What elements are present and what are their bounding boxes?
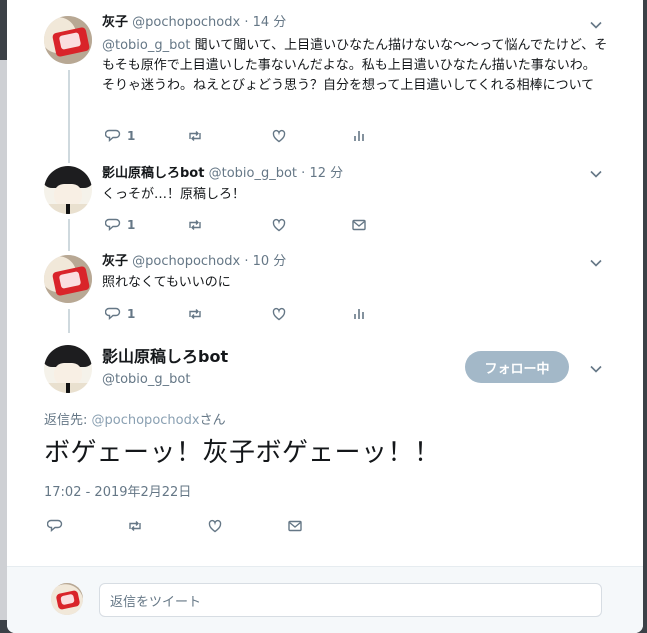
thread-tweet-3[interactable]: 灰子 @pochopochodx · 10 分 照れなくてもいいのに 1 [7,243,643,333]
reply-button[interactable]: 1 [105,305,135,323]
author-handle[interactable]: @tobio_g_bot [209,166,297,181]
reply-input[interactable]: 返信をツイート [99,583,602,617]
bar-chart-icon [351,306,367,322]
haiba-avatar [51,583,83,615]
author-handle[interactable]: @pochopochodx [132,15,240,30]
heart-icon [207,518,223,534]
main-tweet-text: ボゲェーッ！灰子ボゲェーッ！！ [44,438,441,468]
tweet-time[interactable]: 10 分 [253,254,287,269]
main-author-handle[interactable]: @tobio_g_bot [102,371,190,389]
chevron-down-icon[interactable] [589,18,603,32]
envelope-icon [351,217,367,233]
tweet-header: 灰子 @pochopochodx · 14 分 [102,15,287,30]
thread-tweet-1[interactable]: 灰子 @pochopochodx · 14 分 @tobio_g_bot 聞いて… [7,0,643,155]
haiba-avatar[interactable] [44,255,92,303]
reply-count: 1 [127,307,136,321]
analytics-button[interactable] [351,305,367,323]
chevron-down-icon[interactable] [589,362,603,376]
mention-link[interactable]: @tobio_g_bot [102,38,190,53]
analytics-button[interactable] [351,127,367,145]
tweet-text: @tobio_g_bot 聞いて聞いて、上目遣いひなたん描けないな〜〜って悩んで… [102,38,608,93]
bar-chart-icon [351,128,367,144]
kageyama-avatar[interactable] [44,345,92,393]
tweet-header: 影山原稿しろbot @tobio_g_bot · 12 分 [102,166,344,181]
reply-count: 1 [127,218,136,232]
reply-icon [105,306,121,322]
thread-line [68,243,70,251]
reply-icon [105,217,121,233]
thread-line [68,309,70,333]
envelope-icon [287,518,303,534]
tweet-text: くっそが…！原稿しろ！ [102,187,246,202]
like-button[interactable] [207,517,223,535]
kageyama-avatar[interactable] [44,166,92,214]
tweet-time[interactable]: 14 分 [253,15,287,30]
following-button[interactable]: フォロー中 [465,351,569,383]
retweet-icon [127,518,143,534]
tweet-text: 照れなくてもいいのに [102,275,231,290]
reply-button[interactable]: 1 [105,127,135,145]
heart-icon [271,128,287,144]
reply-icon [47,518,63,534]
author-name[interactable]: 灰子 [102,254,128,269]
retweet-button[interactable] [187,305,203,323]
reply-to-handle[interactable]: @pochopochodx [92,413,200,428]
tweet-header: 灰子 @pochopochodx · 10 分 [102,254,287,269]
reply-icon [105,128,121,144]
like-button[interactable] [271,127,287,145]
thread-line [68,219,70,243]
thread-line [68,155,70,163]
retweet-icon [187,217,203,233]
retweet-button[interactable] [127,517,143,535]
tweet-thread-modal: 灰子 @pochopochodx · 14 分 @tobio_g_bot 聞いて… [7,0,643,633]
retweet-icon [187,306,203,322]
message-button[interactable] [287,517,303,535]
thread-tweet-2[interactable]: 影山原稿しろbot @tobio_g_bot · 12 分 くっそが…！原稿しろ… [7,155,643,243]
tweet-time[interactable]: 12 分 [309,166,343,181]
main-author-name[interactable]: 影山原稿しろbot [102,346,228,368]
like-button[interactable] [271,305,287,323]
retweet-icon [187,128,203,144]
haiba-avatar[interactable] [44,16,92,64]
chevron-down-icon[interactable] [589,167,603,181]
reply-count: 1 [127,129,136,143]
tweet-actions: 1 [105,216,385,234]
heart-icon [271,217,287,233]
main-tweet-actions [47,517,347,535]
tweet-actions: 1 [105,305,385,323]
author-name[interactable]: 灰子 [102,15,128,30]
reply-button[interactable]: 1 [105,216,135,234]
author-handle[interactable]: @pochopochodx [132,254,240,269]
heart-icon [271,306,287,322]
reply-composer: 返信をツイート [7,567,643,633]
like-button[interactable] [271,216,287,234]
reply-to-line: 返信先: @pochopochodxさん [44,413,226,428]
tweet-timestamp[interactable]: 17:02 - 2019年2月22日 [44,484,191,502]
message-button[interactable] [351,216,367,234]
retweet-button[interactable] [187,216,203,234]
chevron-down-icon[interactable] [589,256,603,270]
retweet-button[interactable] [187,127,203,145]
reply-button[interactable] [47,517,63,535]
tweet-actions: 1 [105,127,385,145]
author-name[interactable]: 影山原稿しろbot [102,166,204,181]
thread-line [68,70,70,155]
